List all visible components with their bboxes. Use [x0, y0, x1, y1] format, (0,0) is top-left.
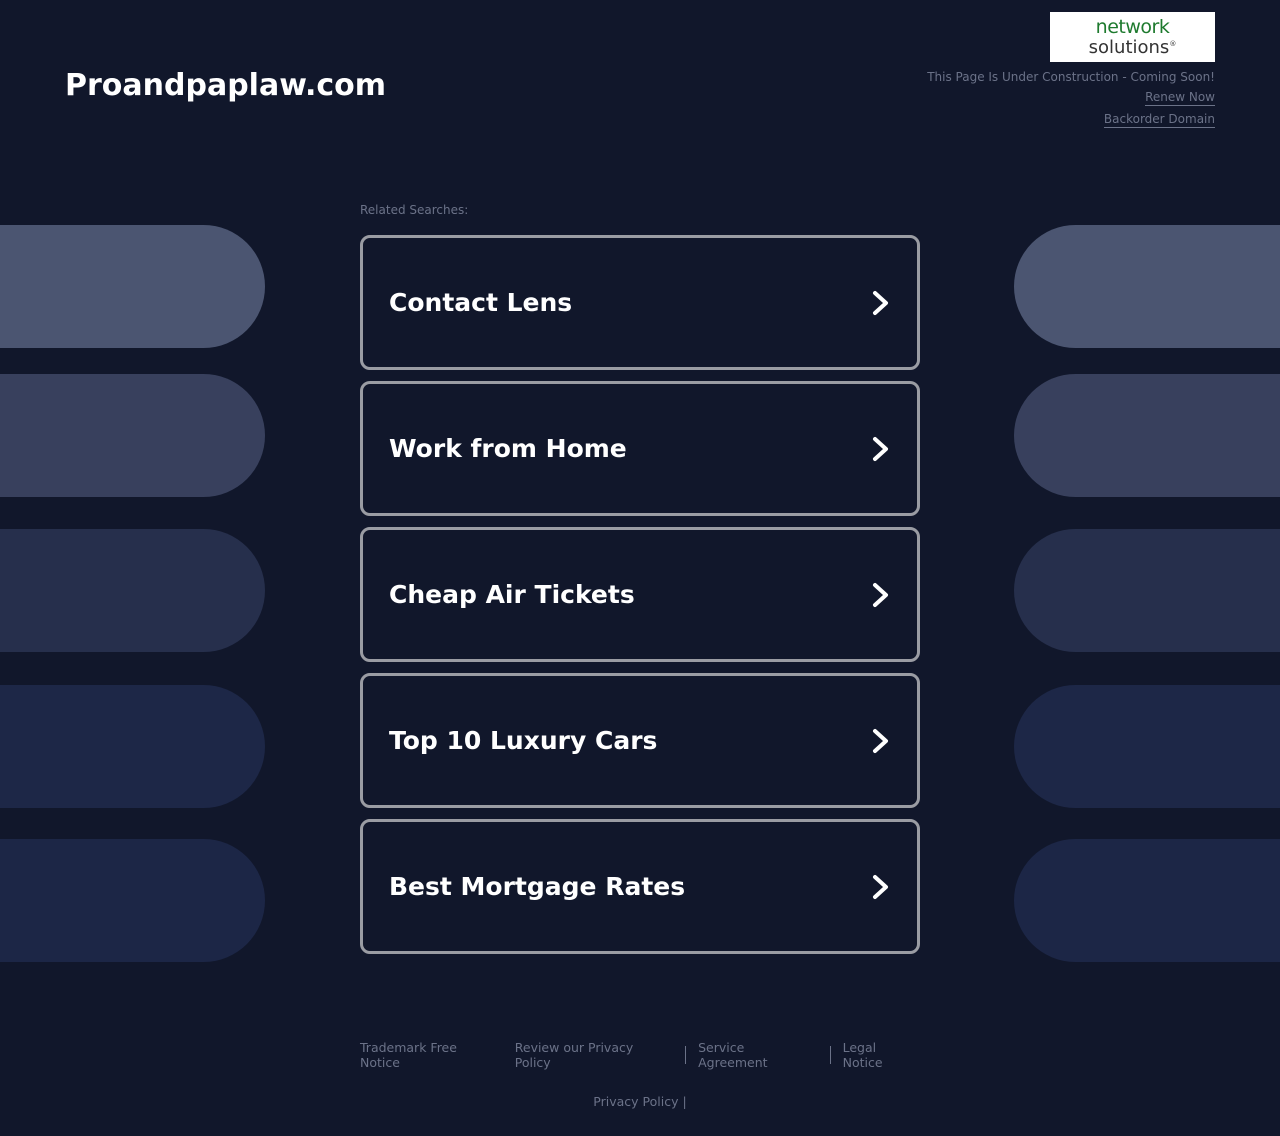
decor-pill — [0, 839, 265, 962]
decor-pill — [0, 225, 265, 348]
decor-pill — [1014, 529, 1280, 652]
search-link-label: Contact Lens — [389, 288, 573, 317]
site-title: Proandpaplaw.com — [65, 68, 387, 103]
chevron-right-icon — [873, 290, 888, 315]
footer-links: Trademark Free Notice Review our Privacy… — [360, 1040, 920, 1070]
decor-pill — [1014, 374, 1280, 497]
search-link-top-10-luxury-cars[interactable]: Top 10 Luxury Cars — [360, 673, 920, 808]
decor-pill — [0, 529, 265, 652]
decor-pill — [1014, 225, 1280, 348]
network-solutions-logo[interactable]: network solutions® — [1050, 12, 1215, 62]
related-searches-list: Contact Lens Work from Home Cheap Air Ti… — [360, 235, 920, 965]
privacy-policy-link[interactable]: Privacy Policy — [593, 1094, 678, 1109]
decor-pill — [0, 374, 265, 497]
footer-privacy: Privacy Policy | — [0, 1094, 1280, 1109]
renew-now-link[interactable]: Renew Now — [1145, 90, 1215, 106]
footer-divider — [685, 1046, 687, 1064]
decor-pill — [0, 685, 265, 808]
search-link-work-from-home[interactable]: Work from Home — [360, 381, 920, 516]
decor-pill — [1014, 839, 1280, 962]
search-link-contact-lens[interactable]: Contact Lens — [360, 235, 920, 370]
search-link-label: Top 10 Luxury Cars — [389, 726, 658, 755]
search-link-best-mortgage-rates[interactable]: Best Mortgage Rates — [360, 819, 920, 954]
legal-notice-link[interactable]: Legal Notice — [843, 1040, 920, 1070]
chevron-right-icon — [873, 728, 888, 753]
search-link-label: Work from Home — [389, 434, 627, 463]
related-searches-label: Related Searches: — [360, 203, 469, 217]
chevron-right-icon — [873, 874, 888, 899]
search-link-cheap-air-tickets[interactable]: Cheap Air Tickets — [360, 527, 920, 662]
service-agreement-link[interactable]: Service Agreement — [698, 1040, 818, 1070]
review-privacy-policy-link[interactable]: Review our Privacy Policy — [515, 1040, 673, 1070]
chevron-right-icon — [873, 436, 888, 461]
search-link-label: Cheap Air Tickets — [389, 580, 635, 609]
footer-divider — [829, 1046, 831, 1064]
construction-notice: This Page Is Under Construction - Coming… — [927, 70, 1215, 84]
logo-line1: network — [1095, 15, 1170, 38]
backorder-domain-link[interactable]: Backorder Domain — [1103, 112, 1215, 128]
logo-line2: solutions® — [1088, 36, 1177, 58]
trademark-free-notice-link[interactable]: Trademark Free Notice — [360, 1040, 501, 1070]
footer-separator: | — [682, 1094, 687, 1109]
search-link-label: Best Mortgage Rates — [389, 872, 686, 901]
domain-actions: This Page Is Under Construction - Coming… — [927, 70, 1215, 134]
chevron-right-icon — [873, 582, 888, 607]
decor-pill — [1014, 685, 1280, 808]
